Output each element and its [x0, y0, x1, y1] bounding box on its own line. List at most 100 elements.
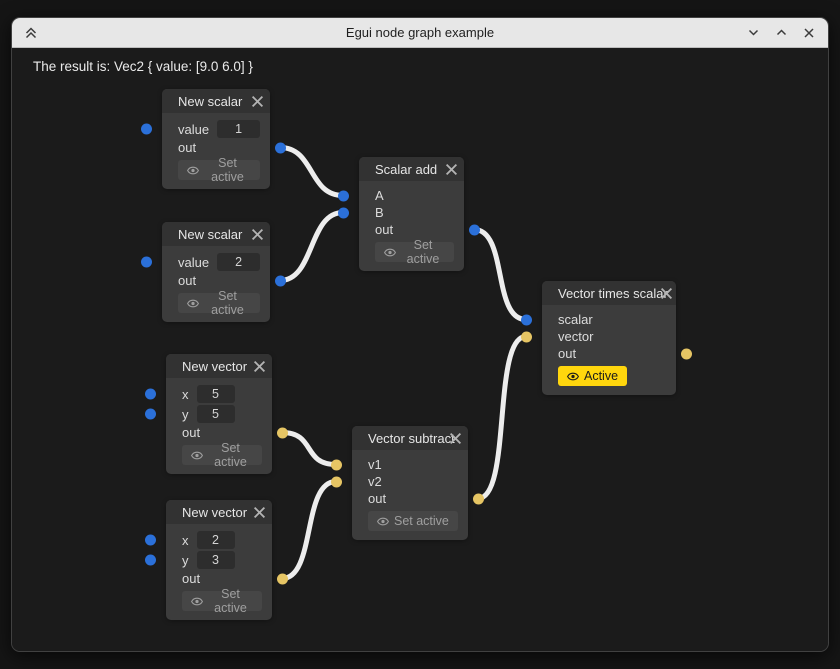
value-drag-field[interactable]: 2: [197, 531, 235, 549]
input-port-value[interactable]: [141, 257, 152, 268]
button-label: Set active: [204, 289, 251, 317]
button-label: Set active: [401, 238, 445, 266]
button-label: Set active: [394, 514, 449, 528]
app-window: Egui node graph example The result is: V…: [11, 17, 829, 652]
close-icon: [253, 360, 266, 373]
node-title: Vector times scalar: [558, 286, 668, 301]
node-header[interactable]: New scalar: [162, 89, 270, 113]
input-port-vector[interactable]: [521, 331, 532, 342]
value-drag-field[interactable]: 1: [217, 120, 260, 138]
value-drag-field[interactable]: 3: [197, 551, 235, 569]
button-label: Set active: [204, 156, 251, 184]
input-port-v2[interactable]: [331, 476, 342, 487]
output-port-out[interactable]: [277, 573, 288, 584]
node-title: New vector: [182, 505, 247, 520]
node-vector-subtract[interactable]: Vector subtract v1 v2 out: [352, 426, 468, 540]
param-label: y: [182, 407, 189, 422]
close-node-button[interactable]: [251, 228, 264, 241]
node-new-vector-2[interactable]: New vector x 2 y 3: [166, 500, 272, 620]
eye-icon: [567, 372, 579, 381]
param-label: scalar: [558, 312, 593, 327]
node-header[interactable]: Vector times scalar: [542, 281, 676, 305]
node-title: New scalar: [178, 227, 242, 242]
set-active-button[interactable]: Set active: [182, 445, 262, 465]
close-node-button[interactable]: [660, 287, 673, 300]
set-active-button[interactable]: Set active: [178, 160, 260, 180]
node-scalar-add[interactable]: Scalar add A B out: [359, 157, 464, 271]
input-port-x[interactable]: [145, 389, 156, 400]
collapse-window-button[interactable]: [20, 22, 42, 44]
node-header[interactable]: New vector: [166, 354, 272, 378]
node-header[interactable]: Vector subtract: [352, 426, 468, 450]
close-window-button[interactable]: [798, 22, 820, 44]
input-port-b[interactable]: [338, 207, 349, 218]
param-label: out: [558, 346, 576, 361]
eye-icon: [384, 248, 396, 257]
close-node-button[interactable]: [251, 95, 264, 108]
output-port-out[interactable]: [275, 275, 286, 286]
input-port-y[interactable]: [145, 409, 156, 420]
minimize-button[interactable]: [742, 22, 764, 44]
param-label: out: [178, 140, 196, 155]
value-drag-field[interactable]: 5: [197, 405, 235, 423]
close-node-button[interactable]: [253, 360, 266, 373]
node-title: Scalar add: [375, 162, 437, 177]
set-active-button[interactable]: Set active: [368, 511, 458, 531]
maximize-button[interactable]: [770, 22, 792, 44]
close-icon: [251, 95, 264, 108]
input-port-value[interactable]: [141, 124, 152, 135]
value-drag-field[interactable]: 5: [197, 385, 235, 403]
button-label: Set active: [208, 587, 253, 615]
param-label: y: [182, 553, 189, 568]
graph-canvas[interactable]: The result is: Vec2 { value: [9.0 6.0] }…: [12, 48, 828, 652]
node-header[interactable]: New scalar: [162, 222, 270, 246]
param-label: x: [182, 387, 189, 402]
button-label: Set active: [208, 441, 253, 469]
node-new-scalar-2[interactable]: New scalar value 2 out: [162, 222, 270, 322]
close-node-button[interactable]: [253, 506, 266, 519]
node-new-vector-1[interactable]: New vector x 5 y 5: [166, 354, 272, 474]
node-title: Vector subtract: [368, 431, 455, 446]
eye-icon: [191, 597, 203, 606]
result-text: The result is: Vec2 { value: [9.0 6.0] }: [33, 59, 253, 74]
input-port-x[interactable]: [145, 535, 156, 546]
close-node-button[interactable]: [449, 432, 462, 445]
chevron-up-icon: [775, 26, 788, 39]
output-port-out[interactable]: [473, 493, 484, 504]
button-label: Active: [584, 369, 618, 383]
close-icon: [803, 27, 815, 39]
param-label: v1: [368, 457, 382, 472]
param-label: out: [182, 571, 200, 586]
input-port-v1[interactable]: [331, 459, 342, 470]
double-chevron-up-icon: [24, 26, 38, 40]
param-label: value: [178, 122, 209, 137]
output-port-out[interactable]: [277, 427, 288, 438]
input-port-a[interactable]: [338, 190, 349, 201]
close-node-button[interactable]: [445, 163, 458, 176]
param-label: vector: [558, 329, 593, 344]
set-active-button[interactable]: Set active: [375, 242, 454, 262]
node-header[interactable]: New vector: [166, 500, 272, 524]
set-active-button[interactable]: Set active: [178, 293, 260, 313]
output-port-out[interactable]: [681, 348, 692, 359]
eye-icon: [187, 299, 199, 308]
chevron-down-icon: [747, 26, 760, 39]
node-title: New vector: [182, 359, 247, 374]
node-vector-times-scalar[interactable]: Vector times scalar scalar vector: [542, 281, 676, 395]
input-port-y[interactable]: [145, 555, 156, 566]
node-new-scalar-1[interactable]: New scalar value 1 out: [162, 89, 270, 189]
close-icon: [449, 432, 462, 445]
active-button[interactable]: Active: [558, 366, 627, 386]
param-label: x: [182, 533, 189, 548]
output-port-out[interactable]: [469, 224, 480, 235]
output-port-out[interactable]: [275, 142, 286, 153]
input-port-scalar[interactable]: [521, 314, 532, 325]
eye-icon: [191, 451, 203, 460]
set-active-button[interactable]: Set active: [182, 591, 262, 611]
param-label: out: [178, 273, 196, 288]
node-header[interactable]: Scalar add: [359, 157, 464, 181]
param-label: value: [178, 255, 209, 270]
window-titlebar: Egui node graph example: [12, 18, 828, 48]
close-icon: [253, 506, 266, 519]
value-drag-field[interactable]: 2: [217, 253, 260, 271]
